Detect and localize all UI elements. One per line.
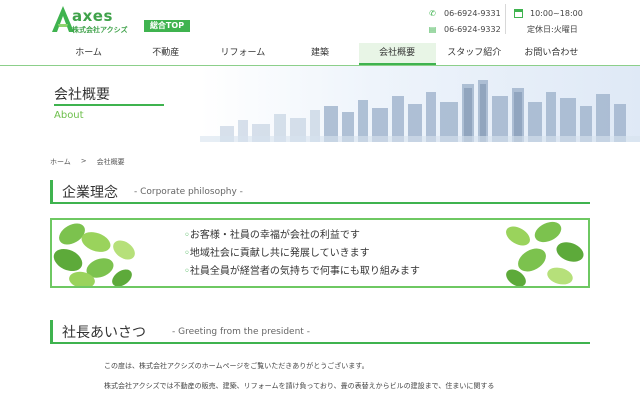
logo-a-icon	[52, 6, 74, 32]
breadcrumb: ホーム > 会社概要	[50, 157, 125, 167]
phone-number: 06-6924-9331	[444, 8, 501, 18]
business-hours: 10:00~18:00 定休日:火曜日	[514, 5, 624, 37]
nav-item-home[interactable]: ホーム	[50, 43, 127, 65]
breadcrumb-current: 会社概要	[96, 158, 125, 166]
philosophy-list: ◦お客様・社員の幸福が会社の利益です ◦地域社会に貢献し共に発展していきます ◦…	[184, 227, 420, 281]
leaves-right-image	[506, 221, 584, 286]
fax-number: 06-6924-9332	[444, 24, 501, 34]
page-title: 会社概要	[54, 87, 110, 103]
page-hero: 会社概要 About	[0, 66, 640, 142]
phone-row[interactable]: ✆ 06-6924-9331	[428, 5, 504, 21]
greeting-body: この度は、株式会社アクシズのホームページをご覧いただきありがとうございます。 株…	[104, 361, 544, 400]
logo-wordmark: axes	[72, 7, 113, 25]
logo[interactable]: axes 株式会社アクシズ	[52, 6, 142, 36]
greeting-en-title: - Greeting from the president -	[172, 327, 310, 337]
philosophy-box: ◦お客様・社員の幸福が会社の利益です ◦地域社会に貢献し共に発展していきます ◦…	[50, 218, 590, 288]
nav-item-construction[interactable]: 建築	[281, 43, 358, 65]
nav-item-contact[interactable]: お問い合わせ	[513, 43, 590, 65]
nav-item-real-estate[interactable]: 不動産	[127, 43, 204, 65]
nav-item-staff[interactable]: スタッフ紹介	[436, 43, 513, 65]
nav-item-company[interactable]: 会社概要	[358, 43, 436, 65]
fax-row: ▤ 06-6924-9332	[428, 21, 504, 37]
holiday-text: 定休日:火曜日	[527, 24, 578, 34]
greeting-title: 社長あいさつ	[62, 325, 146, 341]
list-item: ◦社員全員が経営者の気持ちで何事にも取り組みます	[184, 266, 420, 277]
leaves-left-image	[53, 223, 135, 286]
list-item: ◦地域社会に貢献し共に発展していきます	[184, 248, 370, 259]
greeting-paragraph: この度は、株式会社アクシズのホームページをご覧いただきありがとうございます。	[104, 362, 369, 370]
list-item: ◦お客様・社員の幸福が会社の利益です	[184, 230, 360, 241]
phone-icon: ✆	[429, 8, 436, 18]
breadcrumb-home[interactable]: ホーム	[50, 157, 71, 167]
main-nav: ホーム 不動産 リフォーム 建築 会社概要 スタッフ紹介 お問い合わせ	[50, 43, 590, 65]
calendar-icon	[514, 8, 523, 18]
top-link-button[interactable]: 総合TOP	[144, 20, 190, 32]
philosophy-title: 企業理念	[62, 185, 118, 201]
site-header: axes 株式会社アクシズ 総合TOP ✆ 06-6924-9331 ▤ 06-…	[0, 0, 640, 66]
header-divider	[505, 4, 506, 34]
contact-info: ✆ 06-6924-9331 ▤ 06-6924-9332	[428, 5, 504, 37]
fax-icon: ▤	[428, 24, 437, 34]
breadcrumb-separator: >	[80, 157, 87, 165]
nav-item-reform[interactable]: リフォーム	[204, 43, 281, 65]
city-skyline-image	[200, 80, 640, 142]
hours-text: 10:00~18:00	[530, 8, 583, 18]
logo-company-name: 株式会社アクシズ	[72, 26, 128, 34]
greeting-heading: 社長あいさつ - Greeting from the president -	[50, 320, 590, 344]
title-underline	[54, 104, 164, 106]
philosophy-heading: 企業理念 - Corporate philosophy -	[50, 180, 590, 204]
greeting-paragraph: 株式会社アクシズでは不動産の販売、建築、リフォームを請け負っており、畳の表替えか…	[104, 382, 495, 390]
page-subtitle: About	[54, 110, 84, 121]
philosophy-en-title: - Corporate philosophy -	[134, 187, 243, 197]
